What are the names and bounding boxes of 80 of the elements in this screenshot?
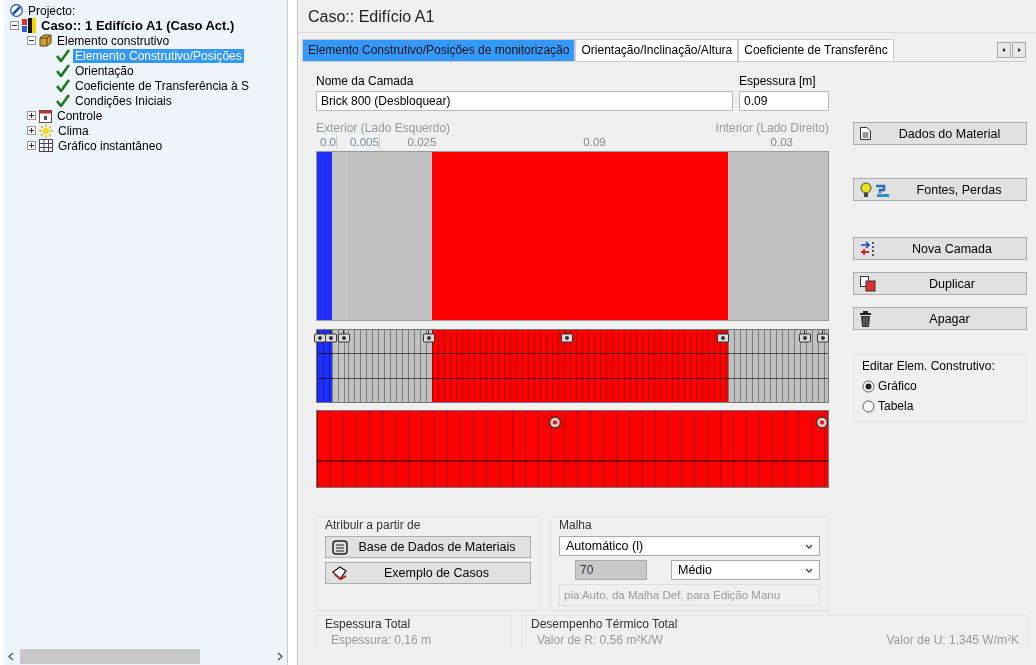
action-button[interactable]: Nova Camada bbox=[853, 237, 1027, 260]
tab-scroll-right-icon[interactable] bbox=[1012, 42, 1026, 58]
mesh-count-field[interactable]: 70 bbox=[575, 560, 647, 580]
cube-icon bbox=[39, 34, 52, 47]
layer-thickness-label: 0.0 bbox=[320, 135, 337, 149]
monitor-point-icon[interactable] bbox=[815, 416, 829, 429]
sensor-icon[interactable] bbox=[716, 330, 730, 344]
mesh-mode-dropdown[interactable]: Automático (l) bbox=[559, 536, 820, 556]
layer-thickness-label: 0.005 bbox=[350, 135, 380, 149]
interior-label: Interior (Lado Direito) bbox=[715, 121, 829, 135]
action-button[interactable]: Dados do Material bbox=[853, 122, 1027, 145]
group-label: Atribuir a partir de bbox=[325, 518, 422, 532]
project-icon bbox=[10, 4, 23, 17]
action-button[interactable]: Apagar bbox=[853, 307, 1027, 330]
sensor-icon[interactable] bbox=[324, 330, 338, 344]
action-button[interactable]: Duplicar bbox=[853, 272, 1027, 295]
scroll-right-icon[interactable] bbox=[277, 652, 283, 661]
collapse-icon[interactable] bbox=[10, 21, 19, 30]
group-label: Editar Elem. Construtivo: bbox=[862, 359, 996, 373]
tree-item[interactable]: Clima bbox=[56, 123, 91, 138]
layer-thickness-label: 0.09 bbox=[583, 135, 606, 149]
expand-icon[interactable] bbox=[27, 141, 36, 150]
tree-item[interactable]: Orientação bbox=[73, 63, 136, 78]
check-icon bbox=[56, 79, 70, 92]
assign-button[interactable]: Base de Dados de Materiais bbox=[325, 536, 531, 558]
exterior-label: Exterior (Lado Esquerdo) bbox=[316, 121, 451, 135]
tree-item[interactable]: Gráfico instantâneo bbox=[56, 138, 165, 153]
sensor-icon[interactable] bbox=[313, 330, 327, 344]
tree-item[interactable]: Caso:: 1 Edifício A1 (Caso Act.) bbox=[39, 18, 237, 33]
sensor-icon[interactable] bbox=[560, 330, 574, 344]
field-label: Espessura [m] bbox=[739, 74, 817, 88]
sensor-icon[interactable] bbox=[337, 330, 351, 344]
case-title: Caso:: Edifício A1 bbox=[298, 0, 1036, 33]
total-thickness-value: Espessura: 0,16 m bbox=[330, 633, 433, 647]
tab[interactable]: Elemento Construtivo/Posições de monitorização bbox=[302, 39, 576, 61]
tab-scroll-left-icon[interactable] bbox=[997, 42, 1011, 58]
thickness-field[interactable]: 0.09 bbox=[739, 91, 829, 111]
trash-icon bbox=[860, 310, 871, 327]
document-icon bbox=[860, 127, 871, 140]
tree-item[interactable]: Condições Iniciais bbox=[73, 93, 174, 108]
assign-button[interactable]: Exemplo de Casos bbox=[325, 562, 531, 584]
sun-icon bbox=[39, 123, 53, 138]
expand-icon[interactable] bbox=[27, 111, 36, 120]
check-icon bbox=[56, 49, 70, 62]
scroll-left-icon[interactable] bbox=[8, 652, 14, 661]
sensor-icon[interactable] bbox=[422, 330, 436, 344]
mesh-density-dropdown[interactable]: Médio bbox=[671, 560, 820, 580]
layer-thickness-label: 0.025 bbox=[407, 135, 437, 149]
radio-option[interactable]: Tabela bbox=[862, 399, 1018, 413]
case-icon bbox=[22, 18, 36, 33]
tree-item[interactable]: Controle bbox=[55, 108, 105, 123]
sensor-icon[interactable] bbox=[816, 330, 830, 344]
group-label: Desempenho Térmico Total bbox=[531, 617, 679, 631]
action-button[interactable]: Fontes, Perdas bbox=[853, 178, 1027, 201]
calendar-icon bbox=[39, 108, 52, 123]
radio-icon[interactable] bbox=[862, 379, 875, 393]
expand-icon[interactable] bbox=[27, 126, 36, 135]
radio-option[interactable]: Gráfico bbox=[862, 379, 1018, 393]
radio-icon[interactable] bbox=[862, 399, 875, 413]
new-layer-icon bbox=[860, 240, 876, 257]
check-icon bbox=[56, 64, 70, 77]
table-icon bbox=[39, 139, 53, 152]
tree-item[interactable]: Coeficiente de Transferência à S bbox=[73, 78, 252, 93]
group-label: Espessura Total bbox=[325, 617, 412, 631]
sensor-icon[interactable] bbox=[798, 330, 812, 344]
duplicate-icon bbox=[860, 275, 876, 292]
field-label: Nome da Camada bbox=[316, 74, 415, 88]
r-value: Valor de R: 0,56 m²K/W bbox=[536, 633, 663, 647]
monitor-point-icon[interactable] bbox=[548, 416, 562, 429]
tab[interactable]: Orientação/Inclinação/Altura bbox=[575, 39, 739, 61]
group-label: Malha bbox=[559, 518, 593, 532]
tree-item[interactable]: Elemento construtivo bbox=[55, 33, 172, 48]
layer-name-field[interactable]: Brick 800 (Desbloquear) bbox=[316, 91, 733, 111]
collapse-icon[interactable] bbox=[27, 36, 36, 45]
layer-thickness-label: 0.03 bbox=[770, 135, 793, 149]
u-value: Valor de U: 1,345 W/m²K bbox=[885, 633, 1019, 647]
tab[interactable]: Coeficiente de Transferênc bbox=[738, 39, 894, 61]
tree-root-label: Projecto: bbox=[27, 3, 77, 18]
check-icon bbox=[56, 94, 70, 107]
database-icon bbox=[332, 539, 348, 555]
